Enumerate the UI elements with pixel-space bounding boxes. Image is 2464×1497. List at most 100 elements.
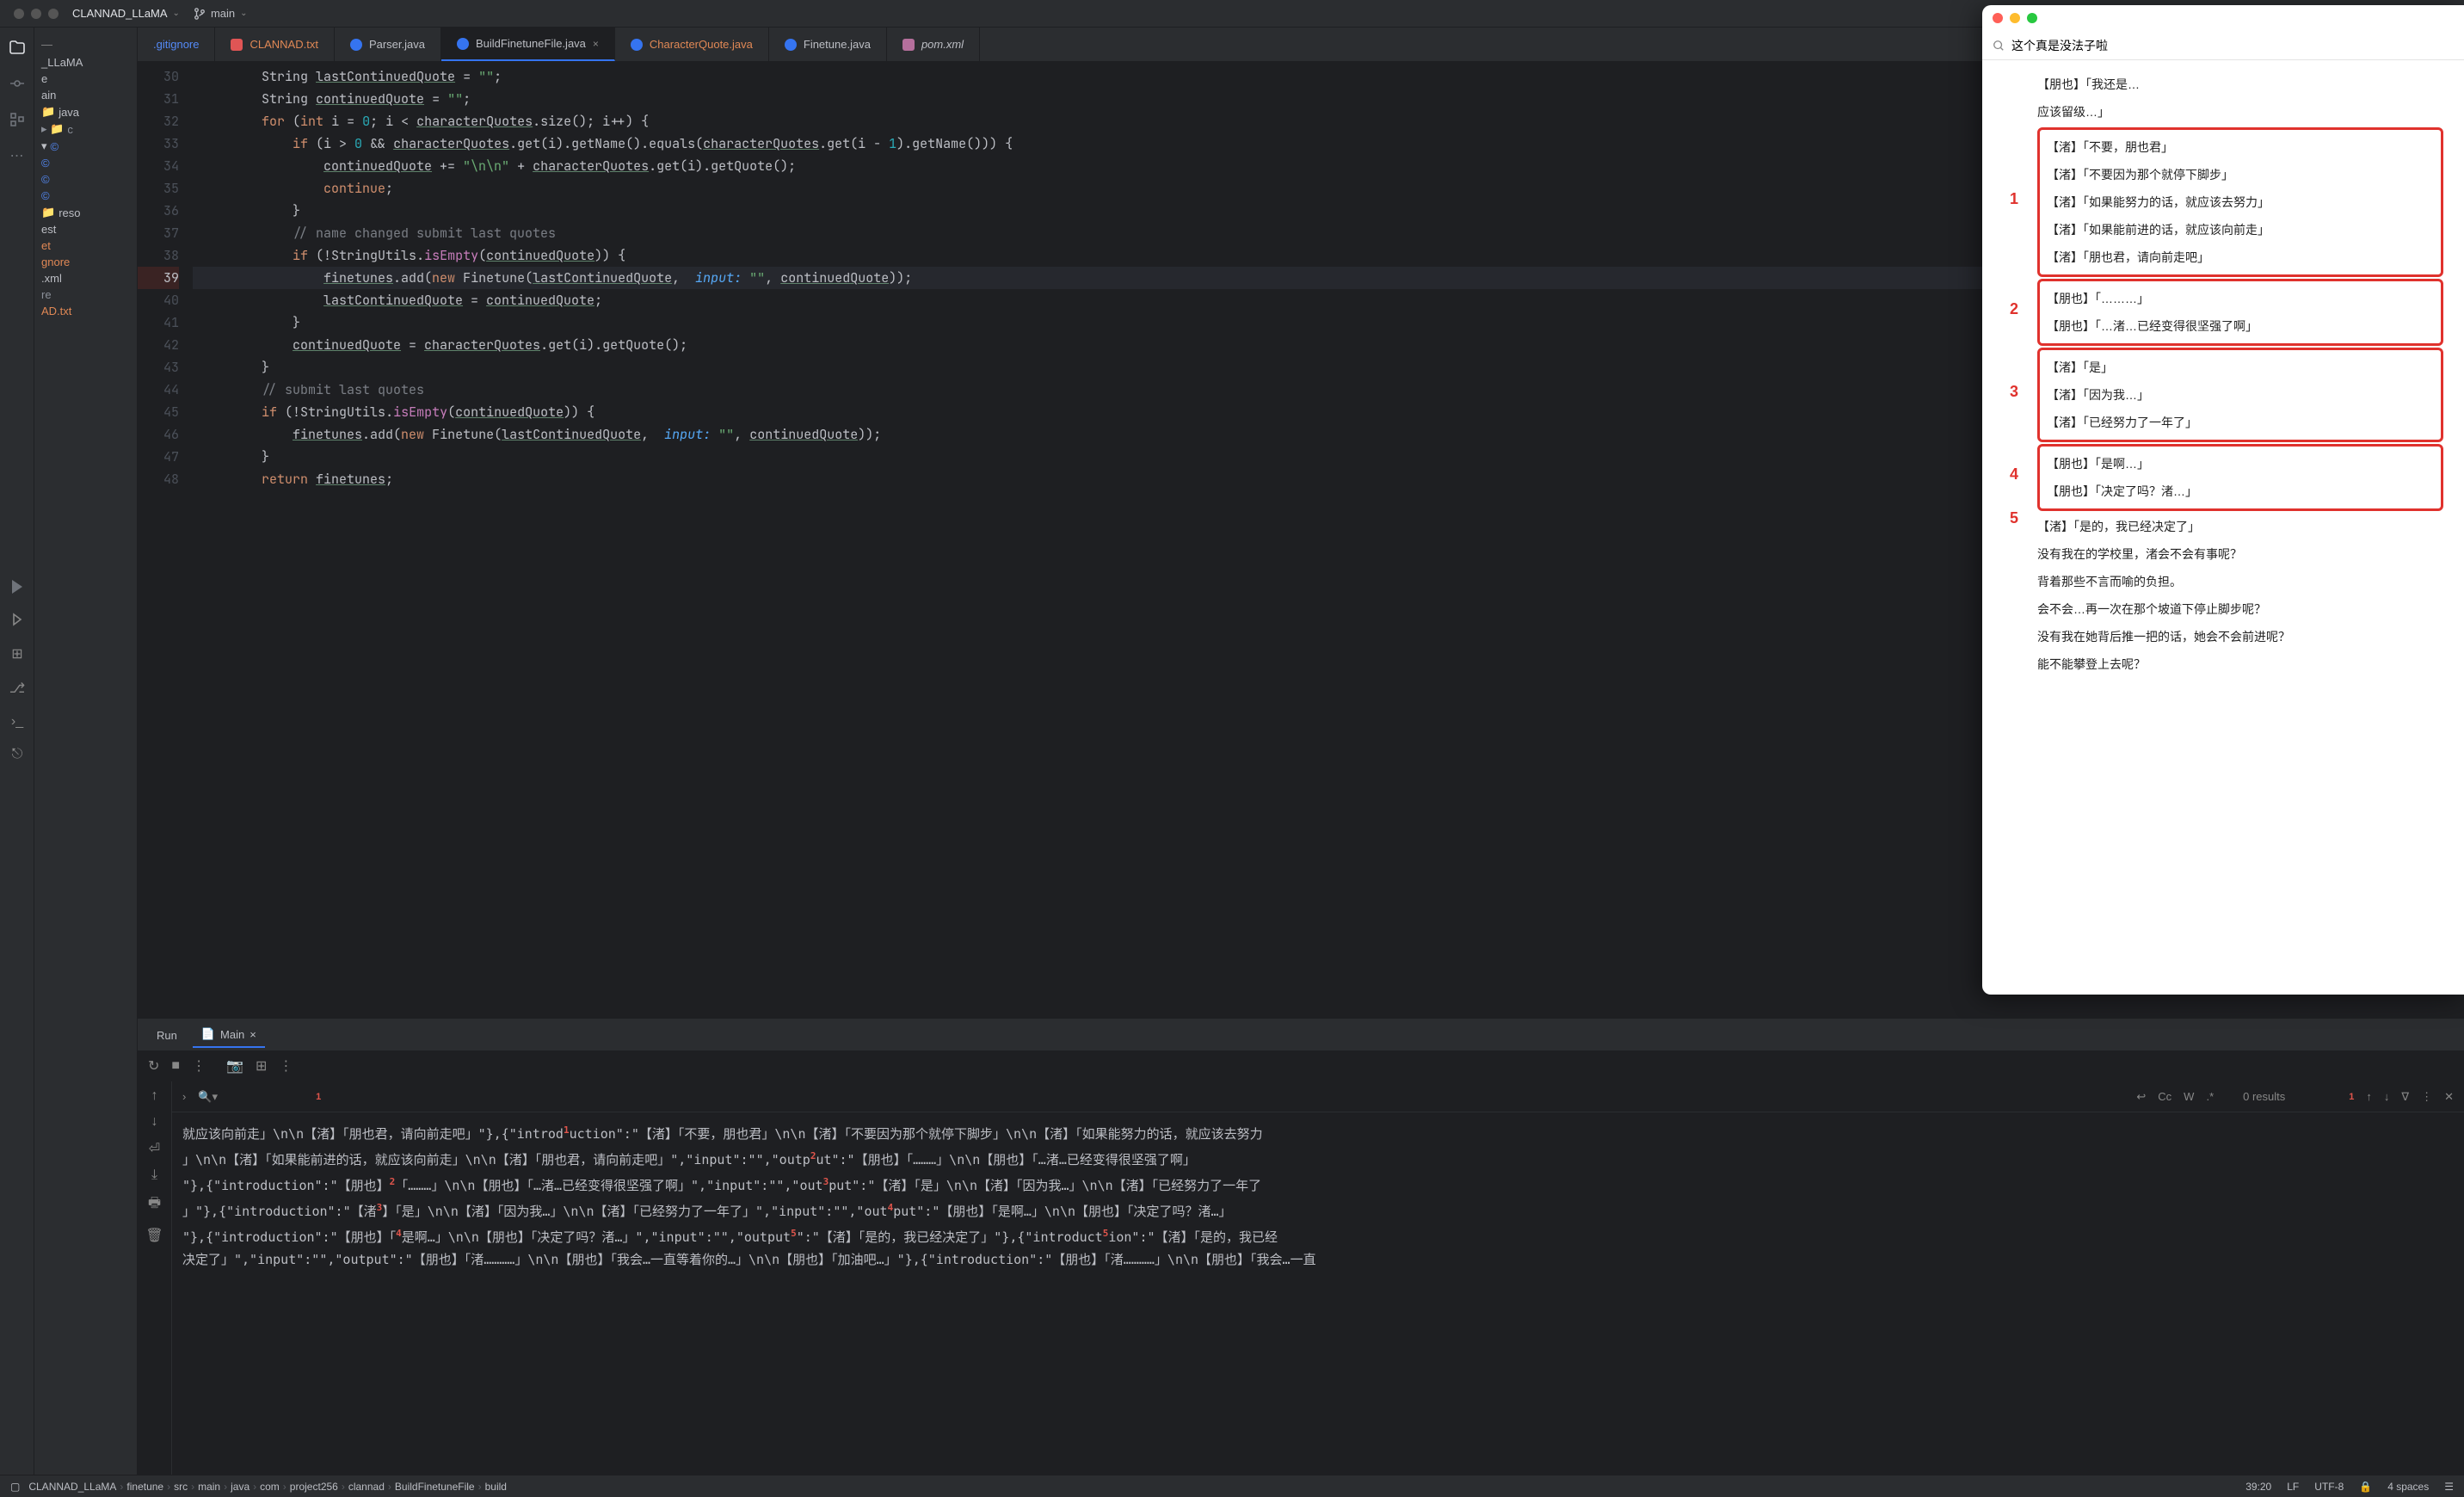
breadcrumb[interactable]: CLANNAD_LLaMA › finetune › src › main › … <box>28 1481 507 1493</box>
tree-root[interactable]: _LLaMA <box>34 54 137 71</box>
up-icon[interactable]: ↑ <box>151 1088 158 1104</box>
minimize-window-icon[interactable] <box>2010 13 2020 23</box>
vcs-icon[interactable]: ⎋ <box>12 747 23 762</box>
tree-item[interactable]: 📁 java <box>34 103 137 120</box>
git-branch-dropdown[interactable]: main⌄ <box>194 7 248 20</box>
breadcrumb-segment[interactable]: build <box>485 1481 507 1493</box>
search-icon[interactable]: 🔍▾ <box>198 1090 218 1104</box>
file-icon <box>902 39 915 51</box>
notes-window[interactable]: 【朋也】「我还是…应该留级…」【渚】「不要，朋也君」【渚】「不要因为那个就停下脚… <box>1982 5 2464 995</box>
terminal-icon[interactable]: ›_ <box>11 714 23 730</box>
tree-item[interactable]: et <box>34 237 137 254</box>
breadcrumb-segment[interactable]: clannad <box>348 1481 385 1493</box>
caret-position[interactable]: 39:20 <box>2245 1481 2271 1493</box>
wrap-icon[interactable]: ⏎ <box>149 1140 160 1157</box>
editor-tab[interactable]: .gitignore <box>138 28 215 61</box>
collapse-button[interactable]: — <box>34 34 137 54</box>
notes-search-bar[interactable] <box>1982 31 2464 60</box>
more-icon[interactable]: ⋮ <box>2421 1090 2432 1104</box>
tree-item[interactable]: ain <box>34 87 137 103</box>
build-icon[interactable]: ⊞ <box>11 645 22 662</box>
tree-item[interactable]: 📁 reso <box>34 204 137 221</box>
tree-item[interactable]: .xml <box>34 270 137 286</box>
breadcrumb-segment[interactable]: BuildFinetuneFile <box>395 1481 475 1493</box>
breadcrumb-segment[interactable]: CLANNAD_LLaMA <box>28 1481 116 1493</box>
history-icon[interactable]: ↩ <box>2136 1090 2146 1104</box>
line-separator[interactable]: LF <box>2287 1481 2299 1493</box>
notifications-icon[interactable]: ☰ <box>2444 1481 2454 1493</box>
editor-tab[interactable]: CharacterQuote.java <box>615 28 769 61</box>
dots-icon[interactable]: ⋮ <box>192 1057 206 1075</box>
tree-item[interactable]: gnore <box>34 254 137 270</box>
close-window-icon[interactable] <box>1993 13 2003 23</box>
expand-icon[interactable]: › <box>182 1090 186 1103</box>
window-controls[interactable] <box>14 9 59 19</box>
breadcrumb-segment[interactable]: java <box>231 1481 249 1493</box>
project-view-icon[interactable] <box>8 38 27 57</box>
tree-item[interactable]: © <box>34 188 137 204</box>
editor-tab[interactable]: CLANNAD.txt <box>215 28 334 61</box>
indent-info[interactable]: 4 spaces <box>2387 1481 2429 1493</box>
breadcrumb-segment[interactable]: src <box>174 1481 188 1493</box>
maximize-window-icon[interactable] <box>2027 13 2037 23</box>
more-icon[interactable]: ⋮ <box>279 1057 293 1075</box>
minimize-window-icon[interactable] <box>31 9 41 19</box>
notes-titlebar[interactable] <box>1982 5 2464 31</box>
tab-label: Parser.java <box>369 38 425 51</box>
close-icon[interactable]: × <box>593 38 599 50</box>
match-case-button[interactable]: Cc <box>2158 1090 2171 1103</box>
tree-item[interactable]: ▾ © <box>34 138 137 155</box>
prev-match-icon[interactable]: ↑ <box>2366 1090 2372 1103</box>
run-tabs: Run 📄 Main × <box>138 1020 2464 1050</box>
close-window-icon[interactable] <box>14 9 24 19</box>
tree-item[interactable]: © <box>34 155 137 171</box>
left-tool-strip: ⊞ ⎇ ›_ ⎋ <box>0 580 34 762</box>
breadcrumb-segment[interactable]: com <box>260 1481 280 1493</box>
notes-content[interactable]: 【朋也】「我还是…应该留级…」【渚】「不要，朋也君」【渚】「不要因为那个就停下脚… <box>1982 60 2464 995</box>
regex-button[interactable]: .* <box>2206 1090 2214 1103</box>
close-icon[interactable]: ✕ <box>2444 1090 2454 1104</box>
more-icon[interactable]: ⋯ <box>8 146 27 165</box>
console-output[interactable]: 就应该向前走」\n\n【渚】「朋也君，请向前走吧」"},{"introd1uct… <box>172 1112 2464 1475</box>
file-encoding[interactable]: UTF-8 <box>2314 1481 2344 1493</box>
run-tab-run[interactable]: Run <box>148 1024 186 1047</box>
breadcrumb-segment[interactable]: main <box>198 1481 220 1493</box>
maximize-window-icon[interactable] <box>48 9 59 19</box>
tree-item[interactable]: © <box>34 171 137 188</box>
add-icon[interactable]: ⊞ <box>256 1057 267 1075</box>
editor-tab[interactable]: Finetune.java <box>769 28 887 61</box>
git-icon[interactable]: ⎇ <box>9 680 25 697</box>
editor-tab[interactable]: Parser.java <box>335 28 441 61</box>
print-icon[interactable]: 🖶 <box>148 1193 161 1217</box>
structure-icon[interactable] <box>8 110 27 129</box>
run-tab-main[interactable]: 📄 Main × <box>193 1022 265 1048</box>
notes-search-input[interactable] <box>2011 39 2454 52</box>
breadcrumb-segment[interactable]: project256 <box>290 1481 338 1493</box>
down-icon[interactable]: ↓ <box>151 1114 158 1130</box>
stop-icon[interactable]: ■ <box>171 1058 180 1074</box>
editor-tab[interactable]: pom.xml <box>887 28 980 61</box>
tree-item[interactable]: re <box>34 286 137 303</box>
tree-item[interactable]: est <box>34 221 137 237</box>
next-match-icon[interactable]: ↓ <box>2384 1090 2390 1103</box>
project-tree[interactable]: — _LLaMA e ain 📁 java ▸ 📁 c ▾ © © © © 📁 … <box>34 28 138 1475</box>
editor-tab[interactable]: BuildFinetuneFile.java × <box>441 28 615 61</box>
camera-icon[interactable]: 📷 <box>226 1057 243 1075</box>
whole-word-button[interactable]: W <box>2184 1090 2194 1103</box>
breadcrumb-segment[interactable]: finetune <box>126 1481 163 1493</box>
readonly-icon[interactable]: 🔒 <box>2359 1481 2372 1493</box>
close-icon[interactable]: × <box>249 1028 256 1041</box>
tree-item[interactable]: e <box>34 71 137 87</box>
run-icon[interactable] <box>12 580 22 594</box>
trash-icon[interactable]: 🗑 <box>145 1227 163 1244</box>
scroll-icon[interactable]: ⤓ <box>151 1167 157 1183</box>
note-group-box: 【朋也】「是啊…」【朋也】「决定了吗？渚…」 <box>2037 444 2443 511</box>
commit-icon[interactable] <box>8 74 27 93</box>
annotation-1: 1 <box>316 1092 321 1102</box>
tree-item[interactable]: AD.txt <box>34 303 137 319</box>
tree-item[interactable]: ▸ 📁 c <box>34 120 137 138</box>
debug-icon[interactable] <box>9 611 26 628</box>
rerun-icon[interactable]: ↻ <box>148 1057 159 1075</box>
filter-icon[interactable]: ∇ <box>2401 1090 2409 1104</box>
project-dropdown[interactable]: CLANNAD_LLaMA⌄ <box>72 7 180 20</box>
